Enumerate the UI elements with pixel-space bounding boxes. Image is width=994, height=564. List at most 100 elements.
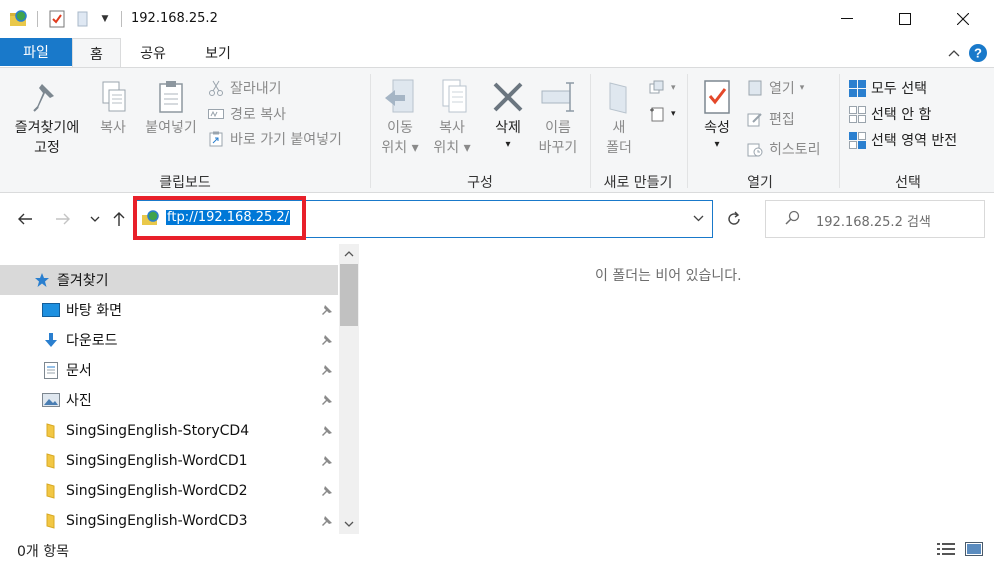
large-icons-view-icon[interactable] bbox=[964, 541, 984, 557]
address-dropdown-icon[interactable] bbox=[693, 211, 704, 225]
pin-icon[interactable] bbox=[321, 455, 333, 467]
copy-button[interactable]: 복사 bbox=[92, 76, 134, 138]
nav-item-desktop[interactable]: 바탕 화면 bbox=[0, 295, 338, 325]
document-icon bbox=[42, 361, 60, 379]
rename-button[interactable]: 이름 바꾸기 bbox=[532, 76, 584, 158]
window-title: 192.168.25.2 bbox=[131, 11, 218, 26]
copy-icon bbox=[98, 76, 128, 118]
cut-button[interactable]: 잘라내기 bbox=[207, 76, 282, 100]
edit-label: 편집 bbox=[769, 112, 795, 128]
pin-to-quick-access-button[interactable]: 즐겨찾기에 고정 bbox=[6, 76, 88, 158]
properties-button[interactable]: 속성 ▾ bbox=[696, 76, 738, 152]
customize-quick-access-icon[interactable]: ▼ bbox=[99, 9, 111, 29]
rename-label-line1: 이름 bbox=[545, 120, 571, 136]
easy-access-dropdown-icon: ▾ bbox=[671, 109, 676, 119]
search-input[interactable]: 192.168.25.2 검색 bbox=[816, 211, 931, 230]
nav-item-downloads[interactable]: 다운로드 bbox=[0, 325, 338, 355]
delete-dropdown-icon[interactable]: ▾ bbox=[505, 138, 510, 152]
up-button[interactable] bbox=[108, 205, 130, 233]
scrollbar-thumb[interactable] bbox=[340, 264, 358, 326]
new-folder-button[interactable]: 새 폴더 bbox=[598, 76, 640, 158]
nav-item-documents[interactable]: 문서 bbox=[0, 355, 338, 385]
delete-button[interactable]: 삭제 ▾ bbox=[486, 76, 530, 152]
help-icon[interactable]: ? bbox=[968, 43, 988, 63]
nav-item-label: 문서 bbox=[66, 363, 92, 379]
pin-icon[interactable] bbox=[321, 485, 333, 497]
pin-label-line2: 고정 bbox=[34, 140, 60, 156]
tab-home[interactable]: 홈 bbox=[72, 38, 121, 68]
ftp-folder-icon[interactable] bbox=[8, 9, 30, 29]
tab-view[interactable]: 보기 bbox=[190, 38, 246, 68]
copy-to-button[interactable]: 복사 위치 ▾ bbox=[428, 76, 476, 158]
move-to-label-line2: 위치 ▾ bbox=[381, 140, 419, 156]
forward-button[interactable] bbox=[52, 205, 74, 233]
close-button[interactable] bbox=[934, 0, 992, 38]
select-all-icon bbox=[848, 79, 866, 97]
search-box[interactable]: 192.168.25.2 검색 bbox=[765, 200, 985, 238]
refresh-button[interactable] bbox=[720, 205, 748, 233]
new-folder-icon bbox=[607, 76, 631, 118]
paste-shortcut-button[interactable]: 바로 가기 붙여넣기 bbox=[207, 127, 342, 151]
maximize-button[interactable] bbox=[876, 0, 934, 38]
select-none-button[interactable]: 선택 안 함 bbox=[848, 102, 931, 126]
open-group-label: 열기 bbox=[747, 175, 773, 191]
nav-item-folder[interactable]: SingSingEnglish-WordCD2 bbox=[0, 476, 338, 506]
nav-scrollbar[interactable] bbox=[339, 244, 359, 534]
history-label: 히스토리 bbox=[769, 142, 821, 158]
select-none-label: 선택 안 함 bbox=[871, 107, 932, 123]
group-separator bbox=[687, 74, 688, 188]
scroll-down-icon[interactable] bbox=[339, 514, 359, 534]
copy-path-button[interactable]: 경로 복사 bbox=[207, 102, 286, 126]
tab-file[interactable]: 파일 bbox=[0, 38, 72, 66]
move-to-label-line1: 이동 bbox=[387, 120, 413, 136]
pin-icon[interactable] bbox=[321, 394, 333, 406]
new-folder-quick-icon[interactable] bbox=[75, 9, 91, 29]
open-button[interactable]: 열기 ▾ bbox=[746, 76, 804, 100]
new-item-button[interactable]: ▾ bbox=[648, 76, 676, 100]
nav-item-quick-access[interactable]: 즐겨찾기 bbox=[0, 265, 338, 295]
invert-selection-button[interactable]: 선택 영역 반전 bbox=[848, 128, 957, 152]
invert-selection-label: 선택 영역 반전 bbox=[871, 133, 958, 149]
copy-to-label-line2: 위치 ▾ bbox=[433, 140, 471, 156]
pin-icon[interactable] bbox=[321, 515, 333, 527]
paste-label: 붙여넣기 bbox=[145, 120, 197, 136]
nav-item-label: 사진 bbox=[66, 393, 92, 409]
copy-label: 복사 bbox=[100, 120, 126, 136]
cut-label: 잘라내기 bbox=[230, 81, 282, 97]
nav-item-folder[interactable]: SingSingEnglish-WordCD3 bbox=[0, 506, 338, 536]
clipboard-group-label: 클립보드 bbox=[159, 175, 211, 191]
group-separator bbox=[590, 74, 591, 188]
title-bar: ▼ 192.168.25.2 bbox=[0, 0, 994, 38]
history-button[interactable]: 히스토리 bbox=[746, 137, 821, 161]
collapse-ribbon-icon[interactable] bbox=[944, 43, 964, 63]
pin-icon[interactable] bbox=[321, 304, 333, 316]
new-folder-label-line2: 폴더 bbox=[606, 140, 632, 156]
pin-icon[interactable] bbox=[321, 425, 333, 437]
nav-item-pictures[interactable]: 사진 bbox=[0, 385, 338, 415]
tab-share[interactable]: 공유 bbox=[126, 38, 180, 68]
details-view-icon[interactable] bbox=[936, 541, 956, 557]
copy-path-label: 경로 복사 bbox=[230, 107, 286, 123]
paste-button[interactable]: 붙여넣기 bbox=[138, 76, 204, 138]
nav-item-folder[interactable]: SingSingEnglish-StoryCD4 bbox=[0, 416, 338, 446]
easy-access-button[interactable]: ▾ bbox=[648, 102, 676, 126]
minimize-button[interactable] bbox=[818, 0, 876, 38]
paste-shortcut-icon bbox=[207, 130, 225, 148]
scroll-up-icon[interactable] bbox=[339, 244, 359, 264]
pin-icon[interactable] bbox=[321, 364, 333, 376]
recent-locations-button[interactable] bbox=[84, 205, 106, 233]
move-to-button[interactable]: 이동 위치 ▾ bbox=[376, 76, 424, 158]
desktop-icon bbox=[42, 301, 60, 319]
back-button[interactable] bbox=[14, 205, 36, 233]
history-icon bbox=[746, 140, 764, 158]
edit-button[interactable]: 편집 bbox=[746, 107, 795, 131]
copy-path-icon bbox=[207, 105, 225, 123]
properties-dropdown-icon[interactable]: ▾ bbox=[714, 138, 719, 152]
properties-quick-icon[interactable] bbox=[47, 9, 67, 29]
select-group-label: 선택 bbox=[895, 175, 921, 191]
select-all-button[interactable]: 모두 선택 bbox=[848, 76, 927, 100]
pin-label-line1: 즐겨찾기에 bbox=[14, 120, 80, 136]
select-all-label: 모두 선택 bbox=[871, 81, 927, 97]
pin-icon[interactable] bbox=[321, 334, 333, 346]
nav-item-folder[interactable]: SingSingEnglish-WordCD1 bbox=[0, 446, 338, 476]
